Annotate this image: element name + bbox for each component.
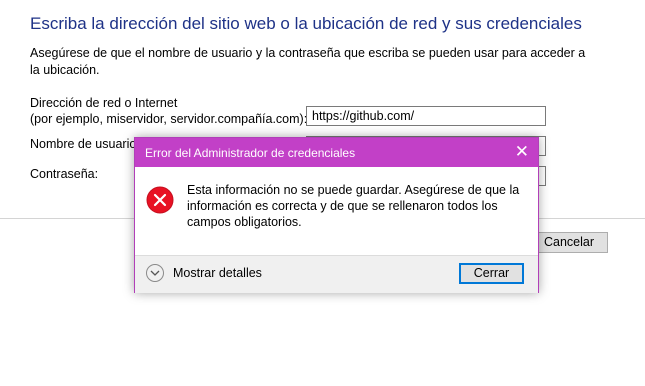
address-input[interactable]: https://github.com/	[306, 106, 546, 126]
page-description: Asegúrese de que el nombre de usuario y …	[30, 46, 586, 77]
close-icon[interactable]: ✕	[515, 142, 529, 162]
close-button[interactable]: Cerrar	[459, 263, 524, 284]
address-label-line1: Dirección de red o Internet	[30, 96, 178, 110]
dialog-title: Error del Administrador de credenciales	[145, 146, 356, 160]
cancel-button[interactable]: Cancelar	[530, 232, 608, 253]
dialog-message: Esta información no se puede guardar. As…	[187, 183, 520, 229]
username-label: Nombre de usuario:	[30, 137, 140, 151]
dialog-title-bar: Error del Administrador de credenciales …	[135, 138, 538, 167]
credential-error-dialog: Error del Administrador de credenciales …	[134, 137, 539, 293]
dialog-footer: Mostrar detalles Cerrar	[135, 255, 538, 293]
show-details-toggle[interactable]	[146, 264, 164, 282]
password-label: Contraseña:	[30, 167, 99, 181]
error-icon	[146, 186, 174, 214]
page-heading: Escriba la dirección del sitio web o la …	[30, 14, 582, 33]
address-label-line2: (por ejemplo, miservidor, servidor.compa…	[30, 112, 308, 126]
chevron-down-icon	[150, 270, 160, 276]
show-details-label[interactable]: Mostrar detalles	[173, 266, 262, 280]
